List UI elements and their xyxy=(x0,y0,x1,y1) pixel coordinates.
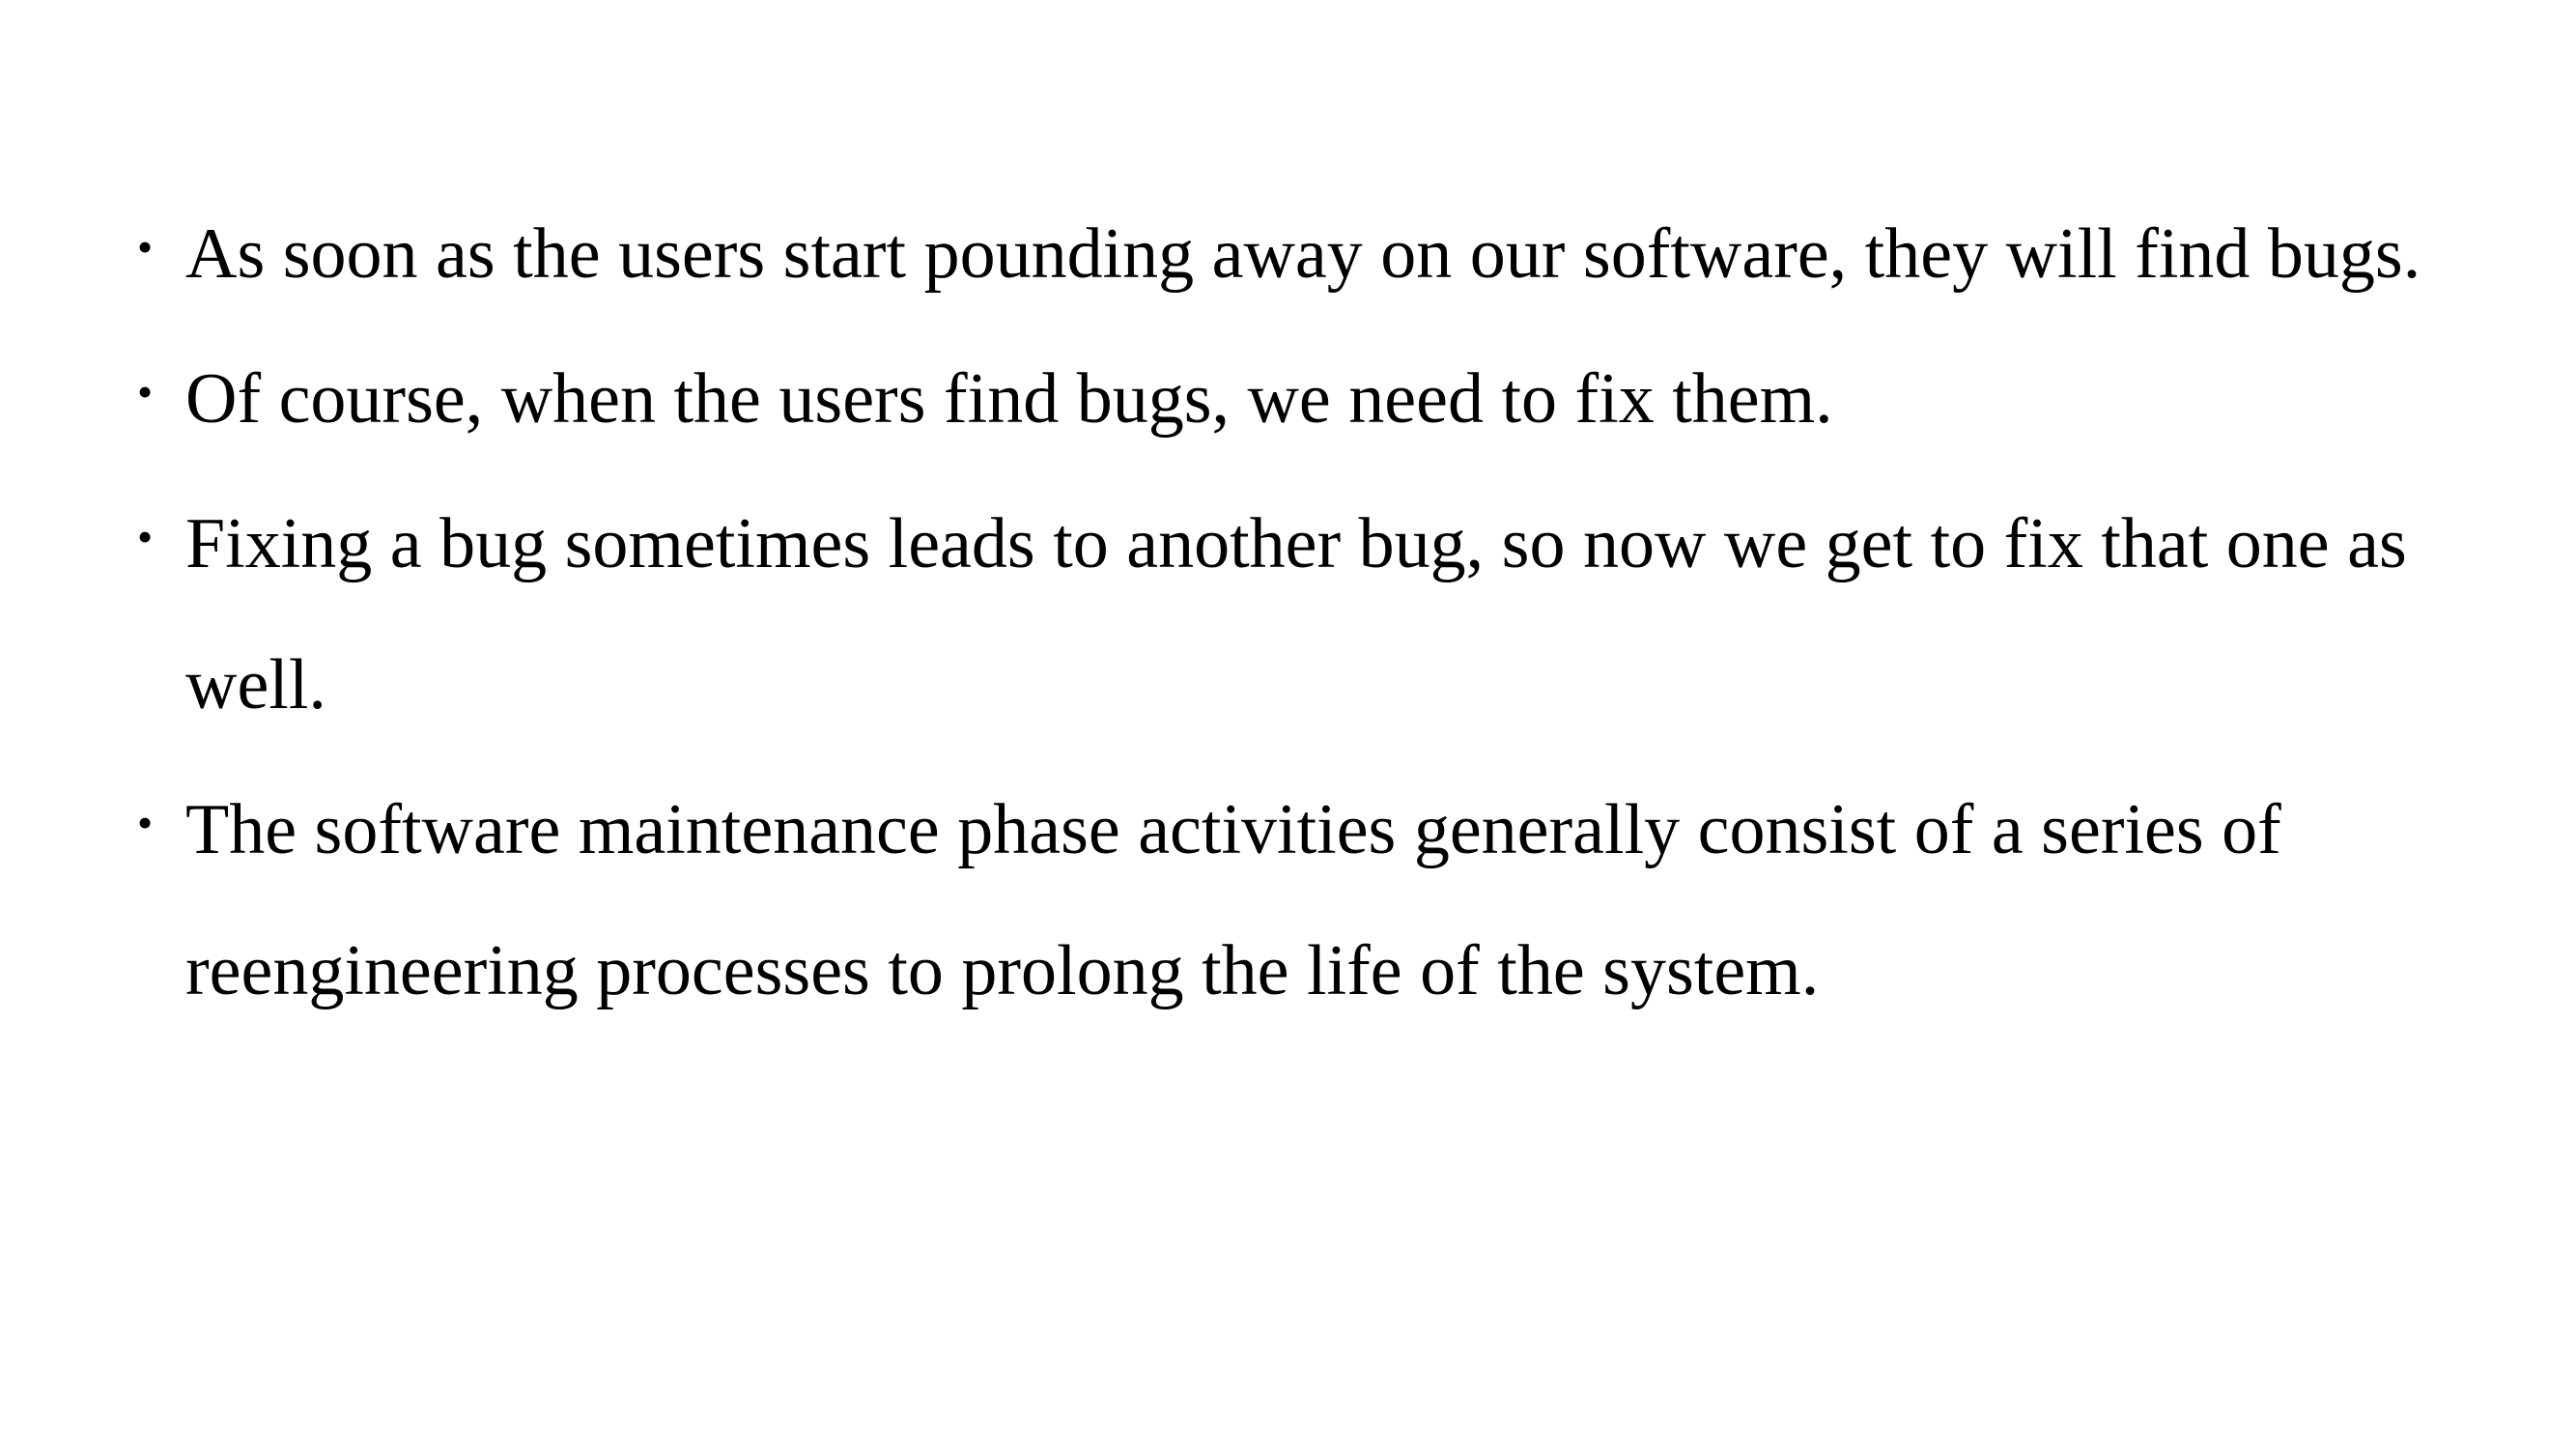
bullet-marker: • xyxy=(137,222,154,271)
bullet-marker: • xyxy=(137,798,154,847)
bullet-text: As soon as the users start pounding away… xyxy=(185,214,2421,294)
bullet-item-3: • Fixing a bug sometimes leads to anothe… xyxy=(135,473,2492,755)
bullet-text: Fixing a bug sometimes leads to another … xyxy=(185,504,2407,724)
bullet-text: Of course, when the users find bugs, we … xyxy=(185,359,1833,439)
bullet-marker: • xyxy=(137,367,154,416)
slide: • As soon as the users start pounding aw… xyxy=(0,0,2576,1449)
bullet-item-1: • As soon as the users start pounding aw… xyxy=(135,184,2492,325)
bullet-item-2: • Of course, when the users find bugs, w… xyxy=(135,328,2492,469)
bullet-item-4: • The software maintenance phase activit… xyxy=(135,759,2492,1041)
bullet-text: The software maintenance phase activitie… xyxy=(185,790,2281,1010)
bullet-marker: • xyxy=(137,512,154,561)
bullet-list: • As soon as the users start pounding aw… xyxy=(135,184,2492,1045)
